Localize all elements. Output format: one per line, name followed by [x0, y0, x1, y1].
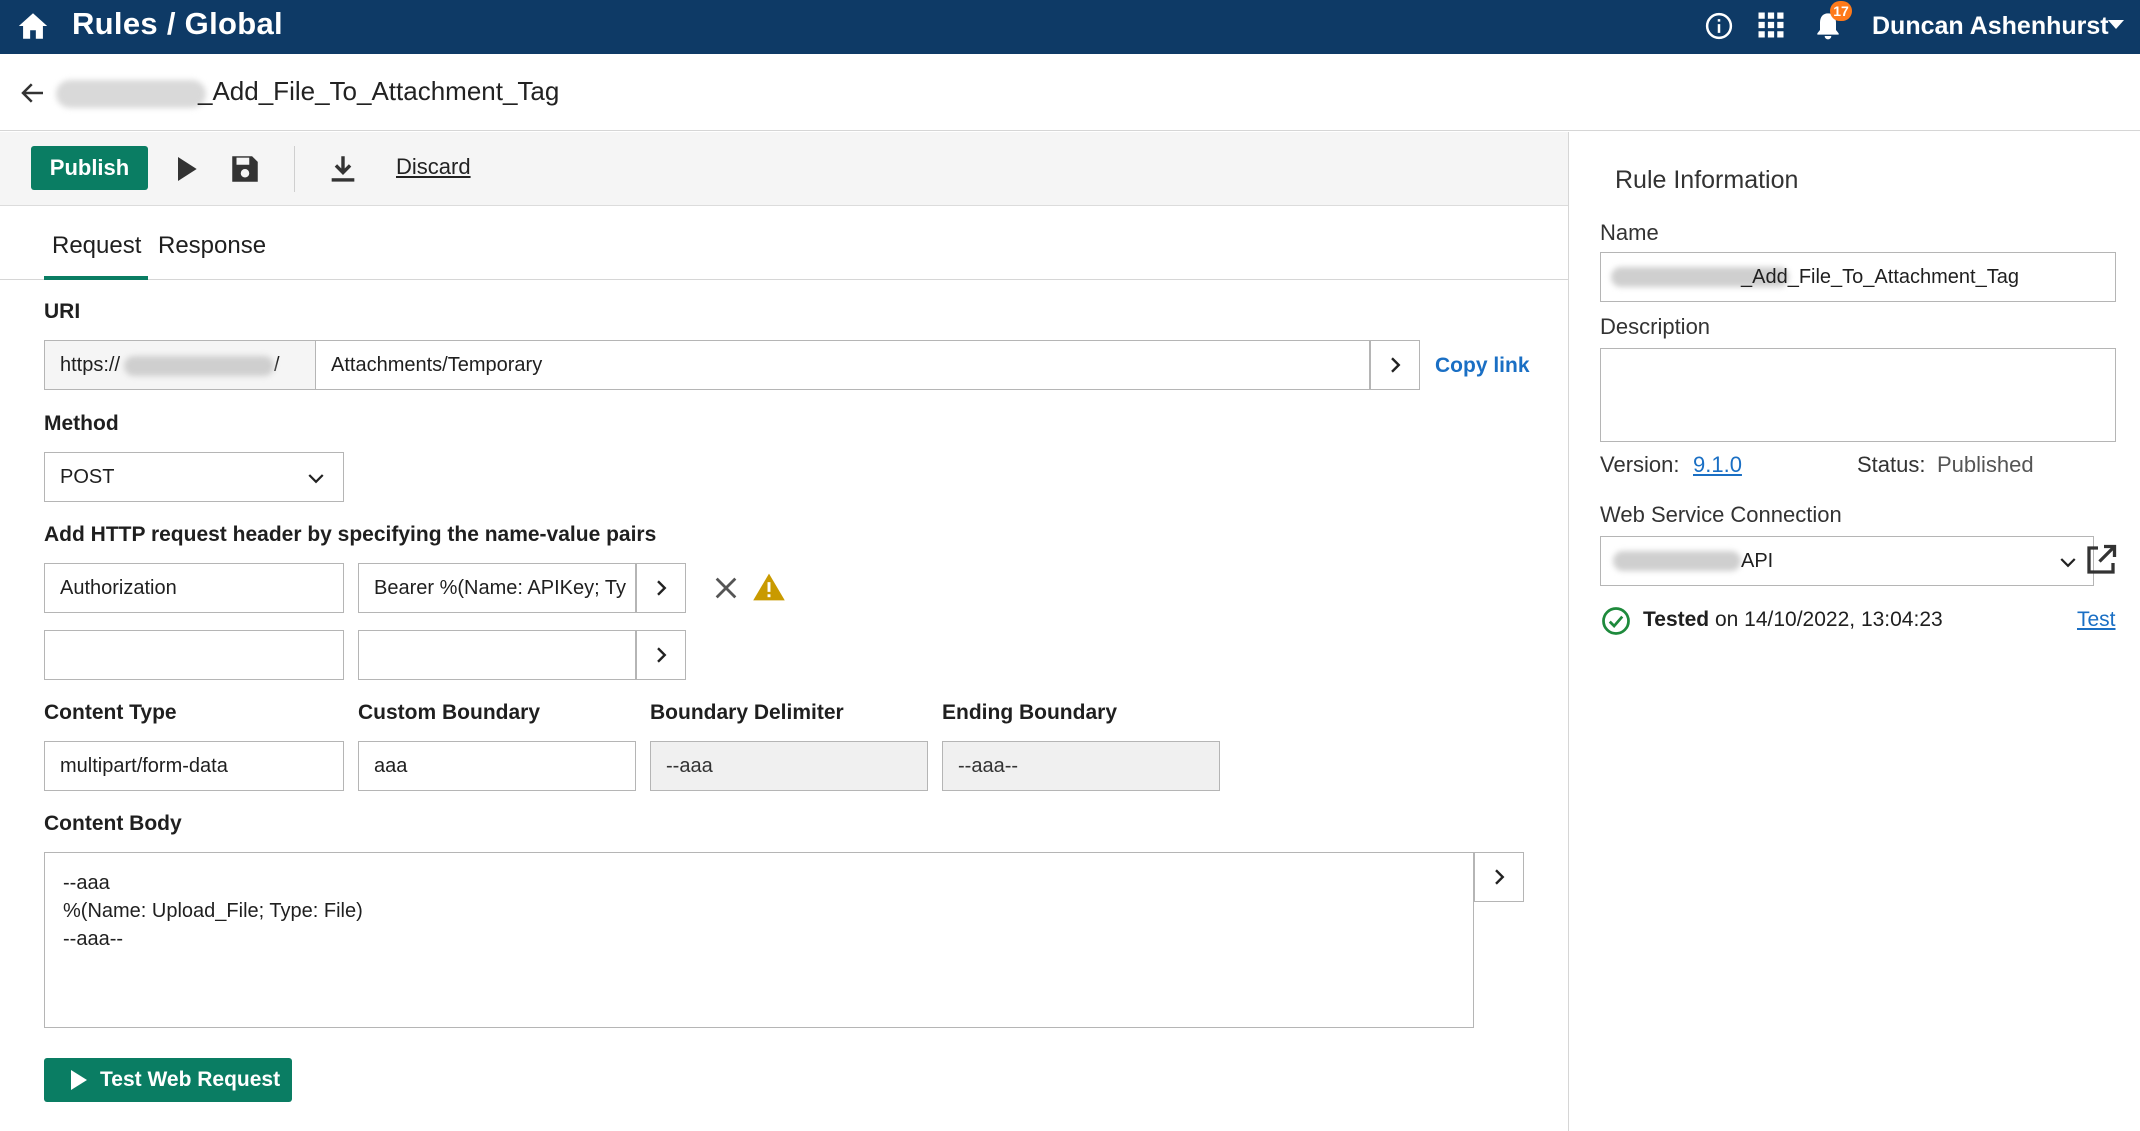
- header-value-input[interactable]: [358, 630, 636, 680]
- header-value-expand-button[interactable]: [636, 563, 686, 613]
- uri-label: URI: [44, 300, 81, 323]
- web-service-connection-label: Web Service Connection: [1600, 502, 1842, 527]
- version-link[interactable]: 9.1.0: [1693, 452, 1742, 478]
- header-name-input[interactable]: [44, 630, 344, 680]
- description-label: Description: [1600, 314, 1711, 339]
- uri-base-field[interactable]: https:// /: [44, 340, 316, 390]
- tested-datetime: on 14/10/2022, 13:04:23: [1709, 608, 1943, 631]
- breadcrumb: _Add_File_To_Attachment_Tag: [0, 54, 2140, 131]
- content-body-expand-button[interactable]: [1474, 852, 1524, 902]
- warning-icon: [753, 573, 785, 601]
- redacted-text: [124, 355, 275, 376]
- rule-name-value: _Add_File_To_Attachment_Tag: [1741, 266, 2019, 288]
- name-label: Name: [1600, 220, 1659, 245]
- rule-info-title: Rule Information: [1615, 166, 1799, 194]
- chevron-right-icon: [657, 580, 667, 596]
- boundary-delimiter-label: Boundary Delimiter: [650, 701, 844, 724]
- content-body-textarea[interactable]: --aaa %(Name: Upload_File; Type: File) -…: [44, 852, 1474, 1028]
- publish-button[interactable]: Publish: [31, 146, 148, 190]
- status-label: Status:: [1857, 452, 1926, 477]
- tab-response[interactable]: Response: [158, 232, 266, 260]
- custom-boundary-input[interactable]: aaa: [358, 741, 636, 791]
- web-service-connection-select[interactable]: API: [1600, 536, 2094, 586]
- method-value: POST: [60, 466, 115, 488]
- uri-prefix-slash: /: [274, 354, 280, 376]
- content-type-label: Content Type: [44, 701, 177, 724]
- custom-boundary-label: Custom Boundary: [358, 701, 541, 724]
- rule-name-heading: _Add_File_To_Attachment_Tag: [198, 76, 560, 106]
- content-type-input[interactable]: multipart/form-data: [44, 741, 344, 791]
- status-value: Published: [1937, 452, 2034, 477]
- remove-header-close-icon[interactable]: [712, 574, 740, 602]
- toolbar-divider: [294, 146, 295, 192]
- tab-bar: Request Response: [0, 206, 1568, 280]
- run-play-icon[interactable]: [170, 152, 202, 186]
- copy-link[interactable]: Copy link: [1435, 354, 1530, 378]
- redacted-text: [1613, 551, 1741, 571]
- notification-badge: 17: [1830, 1, 1852, 21]
- uri-prefix-text: https://: [60, 354, 121, 376]
- header-value-input[interactable]: Bearer %(Name: APIKey; Ty: [358, 563, 636, 613]
- info-icon[interactable]: [1704, 11, 1734, 41]
- method-label: Method: [44, 412, 119, 435]
- apps-grid-icon[interactable]: [1756, 10, 1786, 40]
- tab-request[interactable]: Request: [52, 232, 141, 260]
- tested-word: Tested: [1643, 608, 1710, 631]
- chevron-down-icon: [2060, 558, 2076, 568]
- active-tab-indicator: [44, 276, 148, 280]
- description-textarea[interactable]: [1600, 348, 2116, 442]
- rule-information-panel: Rule Information Name _Add_File_To_Attac…: [1569, 132, 2140, 1131]
- page-title: Rules / Global: [72, 6, 283, 41]
- rule-name-input[interactable]: _Add_File_To_Attachment_Tag: [1600, 252, 2116, 302]
- header-value-expand-button[interactable]: [636, 630, 686, 680]
- content-body-line: --aaa: [63, 872, 110, 894]
- method-select[interactable]: POST: [44, 452, 344, 502]
- header-name-input[interactable]: Authorization: [44, 563, 344, 613]
- home-icon[interactable]: [16, 9, 50, 43]
- version-label: Version:: [1600, 452, 1680, 477]
- content-body-label: Content Body: [44, 812, 182, 835]
- chevron-right-icon: [1391, 357, 1401, 373]
- redacted-text: [56, 80, 206, 108]
- play-icon: [71, 1070, 87, 1090]
- request-editor: Publish Discard Request Response URI htt…: [0, 132, 1568, 1131]
- test-web-request-label: Test Web Request: [100, 1068, 281, 1091]
- user-menu[interactable]: Duncan Ashenhurst: [1872, 12, 2109, 41]
- user-menu-caret-icon[interactable]: [2108, 20, 2124, 29]
- test-link[interactable]: Test: [2077, 608, 2116, 632]
- boundary-delimiter-field: --aaa: [650, 741, 928, 791]
- open-external-icon[interactable]: [2083, 542, 2119, 578]
- download-icon[interactable]: [326, 152, 360, 186]
- toolbar: Publish Discard: [0, 132, 1568, 206]
- content-body-line: --aaa--: [63, 928, 124, 950]
- top-bar: Rules / Global 17 Duncan Ashenhurst: [0, 0, 2140, 54]
- headers-label: Add HTTP request header by specifying th…: [44, 523, 657, 546]
- check-circle-icon: [1602, 607, 1630, 635]
- test-web-request-button[interactable]: Test Web Request: [44, 1058, 292, 1102]
- chevron-down-icon: [308, 474, 324, 484]
- web-service-connection-value: API: [1741, 550, 1774, 572]
- save-icon[interactable]: [228, 152, 262, 186]
- content-body-line: %(Name: Upload_File; Type: File): [63, 900, 363, 922]
- ending-boundary-label: Ending Boundary: [942, 701, 1117, 724]
- back-arrow-icon[interactable]: [18, 78, 48, 108]
- ending-boundary-field: --aaa--: [942, 741, 1220, 791]
- uri-expand-button[interactable]: [1370, 340, 1420, 390]
- uri-path-input[interactable]: Attachments/Temporary: [316, 340, 1370, 390]
- discard-link[interactable]: Discard: [396, 154, 471, 180]
- chevron-right-icon: [1495, 869, 1505, 885]
- tested-status-text: Tested on 14/10/2022, 13:04:23: [1643, 608, 1943, 632]
- chevron-right-icon: [657, 647, 667, 663]
